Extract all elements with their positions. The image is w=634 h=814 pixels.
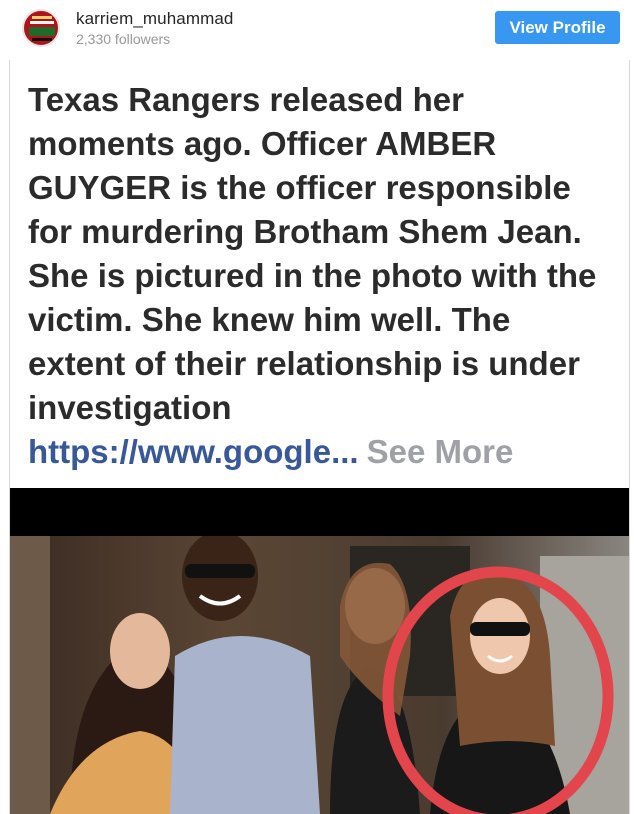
post-caption: Texas Rangers released her moments ago. …	[28, 78, 628, 474]
group-photo-image	[10, 536, 629, 814]
caption-line: victim. She knew him well. The	[28, 301, 511, 338]
post-card: Texas Rangers released her moments ago. …	[9, 60, 630, 814]
profile-header: karriem_muhammad 2,330 followers View Pr…	[0, 0, 634, 60]
caption-link-line: https://www.google... See More	[28, 430, 628, 474]
link-ellipsis: ...	[331, 433, 359, 470]
caption-line: GUYGER is the officer responsible	[28, 169, 571, 206]
post-photo[interactable]	[10, 488, 629, 814]
username[interactable]: karriem_muhammad	[76, 9, 233, 29]
see-more-link[interactable]: See More	[367, 433, 514, 470]
caption-link[interactable]: https://www.google	[28, 433, 331, 470]
view-profile-button[interactable]: View Profile	[495, 11, 620, 44]
caption-line: for murdering Brotham Shem Jean.	[28, 213, 582, 250]
caption-line: extent of their relationship is under	[28, 345, 580, 382]
caption-line: investigation	[28, 389, 232, 426]
caption-line: Texas Rangers released her	[28, 81, 464, 118]
follower-count: 2,330 followers	[76, 31, 171, 47]
caption-line: She is pictured in the photo with the	[28, 257, 597, 294]
avatar[interactable]	[22, 9, 60, 47]
caption-line: moments ago. Officer AMBER	[28, 125, 497, 162]
